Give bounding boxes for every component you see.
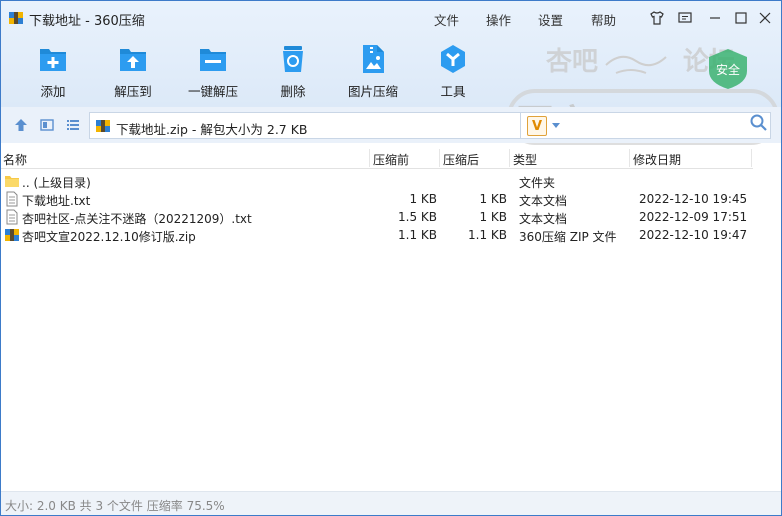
status-bar: 大小: 2.0 KB 共 3 个文件 压缩率 75.5% — [1, 491, 781, 515]
maximize-icon — [735, 12, 747, 24]
minimize-button[interactable] — [704, 7, 726, 29]
delete-button[interactable]: 删除 — [258, 41, 328, 101]
close-icon — [759, 12, 771, 24]
file-name: 杏吧文宣2022.12.10修订版.zip — [22, 230, 196, 244]
file-modified-date: 2022-12-09 17:51 — [639, 210, 748, 224]
v-badge-button[interactable]: V — [527, 116, 547, 136]
text-file-icon — [6, 209, 18, 225]
archive-app-icon — [9, 12, 23, 24]
arrow-up-icon — [15, 119, 27, 131]
column-date[interactable]: 修改日期 — [633, 151, 681, 168]
safe-badge[interactable]: 安全 — [705, 47, 751, 91]
address-bar[interactable]: 下载地址.zip - 解包大小为 2.7 KB — [89, 112, 521, 139]
up-level-button[interactable] — [12, 116, 30, 134]
list-icon — [67, 120, 79, 130]
skin-button[interactable] — [646, 7, 668, 29]
file-original-size: 1.1 KB — [468, 228, 507, 242]
image-compress-icon — [363, 45, 384, 73]
menu-file[interactable]: 文件 — [434, 10, 459, 29]
one-click-extract-button[interactable]: 一键解压 — [178, 41, 248, 101]
text-file-icon — [6, 191, 18, 207]
feedback-button[interactable] — [674, 7, 696, 29]
chevron-down-icon[interactable] — [551, 122, 561, 130]
list-item[interactable]: 杏吧文宣2022.12.10修订版.zip 1.1 KB 1.1 KB 360压… — [1, 226, 753, 244]
tshirt-icon — [650, 11, 664, 25]
zip-file-icon — [5, 229, 19, 241]
minimize-icon — [710, 17, 720, 19]
safe-badge-text: 安全 — [716, 62, 740, 77]
file-name: 下载地址.txt — [22, 194, 91, 208]
menu-settings[interactable]: 设置 — [538, 10, 563, 29]
recycle-delete-icon — [283, 46, 303, 72]
column-name[interactable]: 名称 — [3, 151, 27, 168]
maximize-button[interactable] — [730, 7, 752, 29]
delete-label: 删除 — [280, 84, 306, 99]
file-compressed-size: 1 KB — [409, 192, 437, 206]
list-view-button[interactable] — [64, 116, 82, 134]
close-button[interactable] — [754, 7, 776, 29]
address-path: 下载地址.zip - 解包大小为 2.7 KB — [116, 122, 308, 137]
tools-button[interactable]: 工具 — [418, 41, 488, 101]
file-name: .. (上级目录) — [22, 176, 91, 190]
file-original-size: 1 KB — [479, 192, 507, 206]
list-item[interactable]: 下载地址.txt 1 KB 1 KB 文本文档 2022-12-10 19:45 — [1, 190, 753, 208]
address-row: 下载地址.zip - 解包大小为 2.7 KB — [1, 107, 781, 143]
column-compressed[interactable]: 压缩前 — [373, 151, 409, 168]
view-mode-button[interactable] — [38, 116, 56, 134]
file-compressed-size: 1.5 KB — [398, 210, 437, 224]
file-modified-date: 2022-12-10 19:47 — [639, 228, 748, 242]
app-window: 下载地址 - 360压缩 文件 操作 设置 帮助 添加 解压到 一键解压 删除 … — [0, 0, 782, 516]
extract-icon — [120, 49, 146, 71]
zip-file-icon — [96, 120, 110, 132]
file-compressed-size: 1.1 KB — [398, 228, 437, 242]
shield-icon: 安全 — [709, 49, 747, 89]
one-click-extract-label: 一键解压 — [187, 84, 238, 99]
add-button[interactable]: 添加 — [18, 41, 88, 101]
extract-to-button[interactable]: 解压到 — [98, 41, 168, 101]
column-divider[interactable] — [509, 149, 510, 167]
add-icon — [40, 49, 66, 71]
add-label: 添加 — [40, 84, 66, 99]
folder-icon — [5, 176, 19, 187]
view-detail-icon — [40, 119, 54, 131]
menu-help[interactable]: 帮助 — [591, 10, 616, 29]
tools-label: 工具 — [440, 84, 466, 99]
column-divider[interactable] — [439, 149, 440, 167]
file-name: 杏吧社区-点关注不迷路（20221209）.txt — [22, 212, 252, 226]
title-bar: 下载地址 - 360压缩 文件 操作 设置 帮助 — [1, 1, 781, 35]
column-type[interactable]: 类型 — [513, 151, 537, 168]
file-type: 文本文档 — [519, 194, 568, 208]
message-icon — [678, 12, 692, 23]
column-divider[interactable] — [751, 149, 752, 167]
vertical-scrollbar[interactable] — [764, 147, 780, 491]
image-compress-label: 图片压缩 — [347, 84, 398, 99]
image-compress-button[interactable]: 图片压缩 — [338, 41, 408, 101]
menu-operation[interactable]: 操作 — [486, 10, 511, 29]
file-type: 360压缩 ZIP 文件 — [519, 230, 617, 244]
file-modified-date: 2022-12-10 19:45 — [639, 192, 748, 206]
file-type: 文件夹 — [519, 176, 556, 190]
window-title: 下载地址 - 360压缩 — [29, 14, 145, 29]
list-item-parent[interactable]: .. (上级目录) 文件夹 — [1, 172, 753, 190]
column-original[interactable]: 压缩后 — [443, 151, 479, 168]
column-divider[interactable] — [369, 149, 370, 167]
one-click-extract-icon — [200, 49, 226, 71]
file-list-header: 名称 压缩前 压缩后 类型 修改日期 — [1, 147, 753, 169]
status-text: 大小: 2.0 KB 共 3 个文件 压缩率 75.5% — [5, 499, 225, 513]
file-original-size: 1 KB — [479, 210, 507, 224]
search-icon[interactable] — [749, 113, 769, 133]
extract-to-label: 解压到 — [114, 84, 152, 99]
column-divider[interactable] — [629, 149, 630, 167]
list-item[interactable]: 杏吧社区-点关注不迷路（20221209）.txt 1.5 KB 1 KB 文本… — [1, 208, 753, 226]
file-type: 文本文档 — [519, 212, 568, 226]
tools-icon — [441, 45, 465, 73]
